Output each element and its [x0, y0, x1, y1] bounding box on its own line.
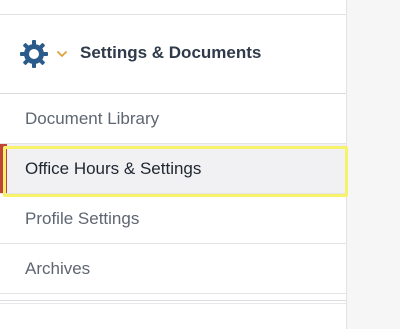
- nav-item-document-library[interactable]: Document Library: [0, 94, 346, 144]
- settings-documents-header[interactable]: Settings & Documents: [0, 15, 346, 94]
- bottom-divider: [0, 300, 346, 304]
- chevron-down-icon[interactable]: [56, 49, 68, 59]
- settings-sidebar-panel: Settings & Documents Document Library Of…: [0, 0, 347, 329]
- nav-item-label: Office Hours & Settings: [25, 159, 202, 178]
- nav-item-label: Document Library: [25, 109, 160, 128]
- nav-item-label: Profile Settings: [25, 209, 140, 228]
- section-title: Settings & Documents: [80, 43, 262, 62]
- nav-item-archives[interactable]: Archives: [0, 244, 346, 294]
- top-divider: [0, 0, 346, 15]
- settings-nav-list: Document Library Office Hours & Settings…: [0, 94, 346, 294]
- gear-icon: [20, 40, 48, 68]
- nav-item-profile-settings[interactable]: Profile Settings: [0, 194, 346, 244]
- nav-item-office-hours-settings[interactable]: Office Hours & Settings: [0, 144, 346, 194]
- active-indicator: [0, 144, 7, 193]
- nav-item-label: Archives: [25, 259, 91, 278]
